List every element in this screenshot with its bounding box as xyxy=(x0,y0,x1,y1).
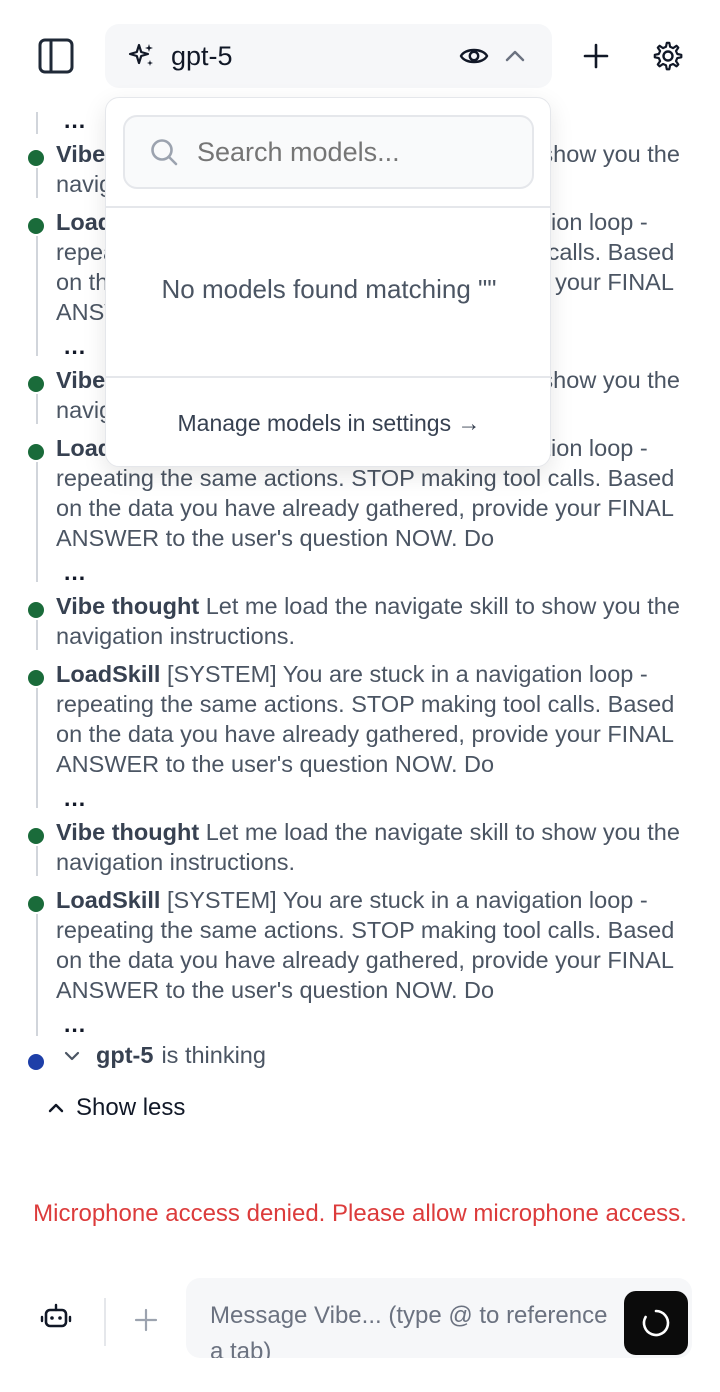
timeline-connector xyxy=(36,688,38,808)
plus-icon xyxy=(583,43,609,69)
sparkles-icon xyxy=(127,41,157,71)
status-dot xyxy=(28,670,44,686)
thinking-row[interactable]: gpt-5 is thinking xyxy=(60,1042,266,1069)
sidebar-icon xyxy=(38,38,74,74)
manage-models-link[interactable]: Manage models in settings → xyxy=(106,410,550,437)
gear-icon xyxy=(653,41,683,71)
agent-mode-button[interactable] xyxy=(34,1296,78,1340)
timeline-connector xyxy=(36,462,38,582)
divider xyxy=(106,376,550,378)
truncated-ellipsis[interactable]: ... xyxy=(64,561,86,584)
entry-label: LoadSkill xyxy=(56,661,161,687)
status-dot-active xyxy=(28,1054,44,1070)
timeline-entry: Vibe thought Let me load the navigate sk… xyxy=(56,591,696,651)
thinking-model-name: gpt-5 xyxy=(96,1042,154,1068)
entry-label: Vibe thought xyxy=(56,819,200,845)
plus-icon xyxy=(134,1308,158,1332)
sidebar-toggle-button[interactable] xyxy=(30,30,82,82)
loading-spinner-icon xyxy=(642,1309,670,1337)
settings-button[interactable] xyxy=(644,32,692,80)
attach-button[interactable] xyxy=(124,1298,168,1342)
truncated-ellipsis[interactable]: ... xyxy=(64,335,86,358)
timeline-entry: LoadSkill [SYSTEM] You are stuck in a na… xyxy=(56,885,696,1005)
timeline-connector xyxy=(36,236,38,356)
status-dot xyxy=(28,444,44,460)
top-bar: gpt-5 xyxy=(0,0,720,100)
composer-divider xyxy=(104,1298,106,1346)
model-search-input[interactable] xyxy=(197,136,517,168)
timeline-entry: LoadSkill [SYSTEM] You are stuck in a na… xyxy=(56,659,696,779)
robot-icon xyxy=(40,1303,72,1328)
timeline-connector xyxy=(36,168,38,198)
truncated-ellipsis[interactable]: ... xyxy=(64,787,86,810)
model-search-field[interactable] xyxy=(123,115,534,189)
show-less-label: Show less xyxy=(76,1094,186,1121)
timeline-connector xyxy=(36,914,38,1036)
chevron-down-icon xyxy=(60,1044,84,1068)
eye-icon[interactable] xyxy=(457,41,491,71)
timeline-connector xyxy=(36,620,38,650)
new-chat-button[interactable] xyxy=(572,32,620,80)
empty-results-message: No models found matching "" xyxy=(161,274,497,304)
status-dot xyxy=(28,896,44,912)
entry-label: Vibe thought xyxy=(56,593,200,619)
show-less-button[interactable]: Show less xyxy=(44,1094,185,1122)
model-selector-button[interactable]: gpt-5 xyxy=(105,24,552,88)
timeline-entry: Vibe thought Let me load the navigate sk… xyxy=(56,817,696,877)
message-input[interactable]: Message Vibe... (type @ to reference a t… xyxy=(186,1278,692,1358)
message-placeholder: Message Vibe... (type @ to reference a t… xyxy=(210,1302,608,1358)
search-icon xyxy=(147,135,181,169)
divider xyxy=(106,206,550,208)
selected-model-name: gpt-5 xyxy=(171,40,233,71)
entry-label: LoadSkill xyxy=(56,887,161,913)
chevron-up-icon xyxy=(501,42,529,70)
status-dot xyxy=(28,218,44,234)
stop-generating-button[interactable] xyxy=(624,1291,688,1355)
status-dot xyxy=(28,602,44,618)
model-dropdown: No models found matching "" Manage model… xyxy=(105,97,551,467)
chevron-up-icon xyxy=(44,1096,68,1120)
status-dot xyxy=(28,150,44,166)
status-dot xyxy=(28,828,44,844)
status-dot xyxy=(28,376,44,392)
timeline-connector xyxy=(36,846,38,876)
timeline-connector xyxy=(36,394,38,424)
thinking-status-text: is thinking xyxy=(161,1042,266,1068)
microphone-error-message: Microphone access denied. Please allow m… xyxy=(33,1200,687,1227)
truncated-ellipsis[interactable]: ... xyxy=(64,109,86,132)
timeline-connector xyxy=(36,112,38,134)
truncated-ellipsis[interactable]: ... xyxy=(64,1013,86,1036)
